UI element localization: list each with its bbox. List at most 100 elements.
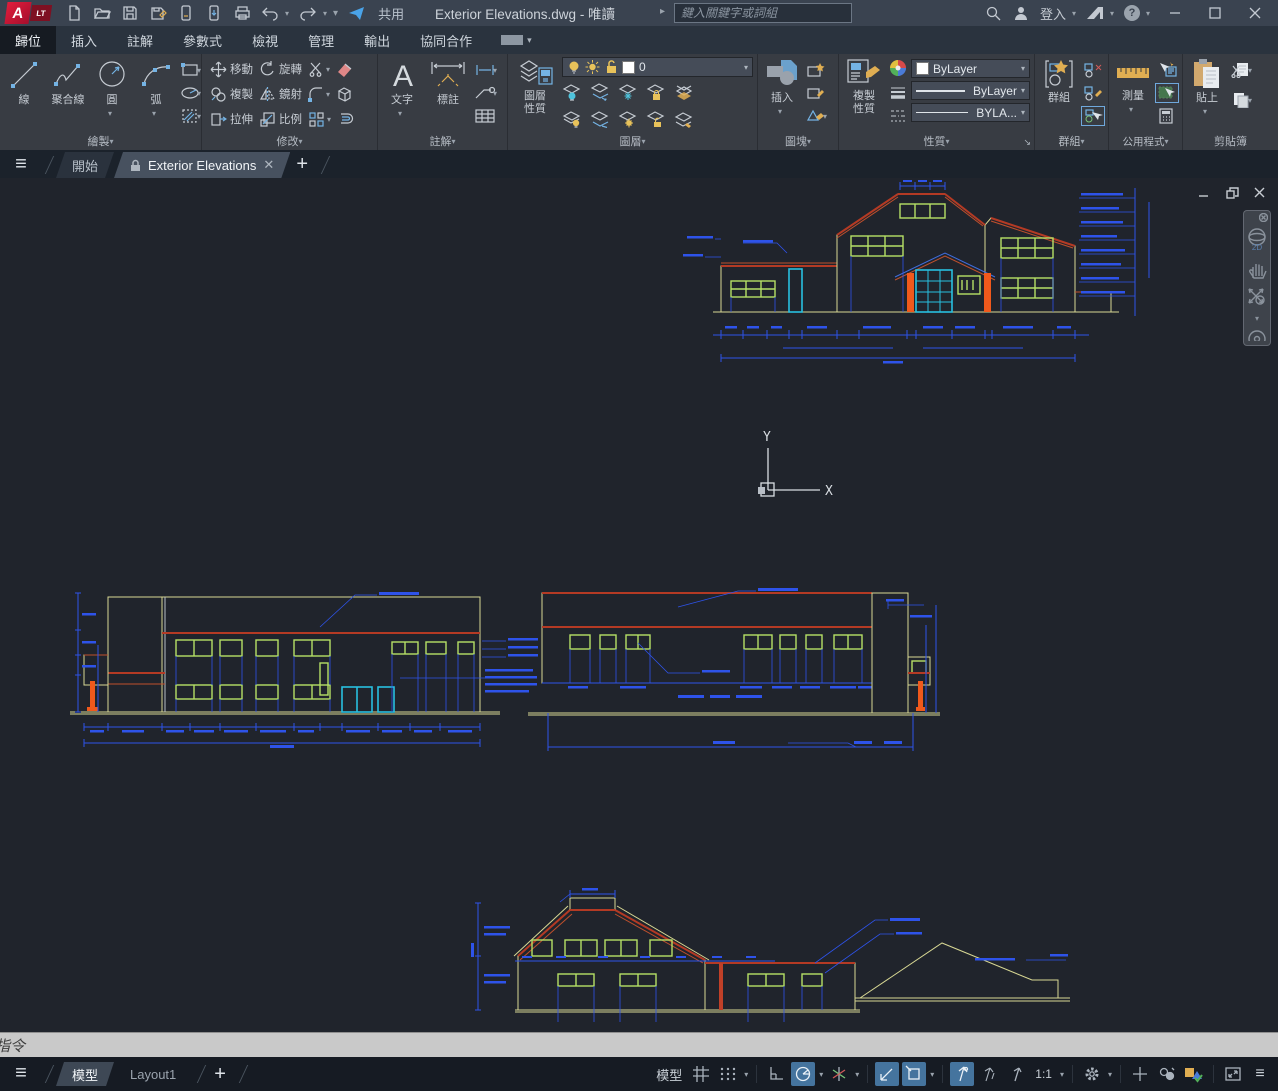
tab-collaborate[interactable]: 協同合作 <box>405 26 487 54</box>
object-snap-toggle-icon[interactable] <box>902 1062 926 1086</box>
save-to-web-mobile-icon[interactable] <box>205 4 223 22</box>
undo-caret-icon[interactable]: ▾ <box>285 9 289 18</box>
app-menu-button[interactable]: A LT ▾ <box>6 2 51 24</box>
annotation-scale-icon[interactable] <box>1004 1062 1028 1086</box>
steering-wheel-2d-icon[interactable]: 2D <box>1246 228 1268 252</box>
polar-caret-icon[interactable]: ▾ <box>819 1070 823 1079</box>
lineweight-combo[interactable]: ByLayer▾ <box>911 81 1030 100</box>
gear-caret-icon[interactable]: ▾ <box>1108 1070 1112 1079</box>
help-icon[interactable]: ? <box>1124 5 1140 21</box>
trim-button[interactable] <box>308 61 324 77</box>
array-caret-icon[interactable]: ▾ <box>327 115 331 124</box>
copy-button[interactable]: 複製 <box>210 86 253 103</box>
crosshair-icon[interactable] <box>1128 1062 1152 1086</box>
ribbon-display-toggle[interactable]: ▾ <box>501 26 532 54</box>
signin-label[interactable]: 登入 <box>1040 4 1066 23</box>
explode-button[interactable] <box>336 86 353 102</box>
isolate-objects-icon[interactable] <box>1155 1062 1179 1086</box>
match-properties-button[interactable]: 複製性質 <box>843 57 885 117</box>
copy-caret-icon[interactable]: ▾ <box>1248 96 1252 105</box>
trim-caret-icon[interactable]: ▾ <box>326 65 330 74</box>
isodraft-toggle-icon[interactable] <box>827 1062 851 1086</box>
panel-block-footer[interactable]: 圖塊▾ <box>758 132 838 150</box>
hatch-caret-icon[interactable]: ▾ <box>197 112 201 121</box>
minimize-button[interactable] <box>1160 2 1190 24</box>
calculator-icon[interactable] <box>1157 108 1175 124</box>
tab-manage[interactable]: 管理 <box>293 26 349 54</box>
file-tab-document[interactable]: Exterior Elevations ✕ <box>114 152 290 178</box>
block-attr-caret-icon[interactable]: ▾ <box>823 112 827 121</box>
tab-view[interactable]: 檢視 <box>237 26 293 54</box>
offset-button[interactable] <box>337 111 354 127</box>
open-from-web-mobile-icon[interactable] <box>177 4 195 22</box>
model-space-label[interactable]: 模型 <box>652 1065 686 1084</box>
pan-hand-icon[interactable] <box>1246 258 1268 280</box>
navbar-close-icon[interactable] <box>1259 213 1268 222</box>
save-icon[interactable] <box>121 4 139 22</box>
ungroup-icon[interactable] <box>1083 62 1103 78</box>
command-line[interactable]: 指令 <box>0 1032 1278 1057</box>
edit-block-icon[interactable] <box>806 85 826 101</box>
polyline-button[interactable]: 聚合線 <box>48 57 88 108</box>
help-caret-icon[interactable]: ▾ <box>1146 9 1150 18</box>
layer-lock-icon[interactable] <box>646 83 666 101</box>
ortho-toggle-icon[interactable] <box>764 1062 788 1086</box>
layer-thaw2-icon[interactable] <box>618 110 638 128</box>
file-tab-menu-icon[interactable]: ≡ <box>8 151 34 177</box>
save-as-icon[interactable] <box>149 4 167 22</box>
annotation-autoscale-toggle-icon[interactable] <box>977 1062 1001 1086</box>
model-tab[interactable]: 模型 <box>56 1062 114 1086</box>
layout-menu-icon[interactable]: ≡ <box>8 1061 34 1087</box>
fillet-button[interactable] <box>308 86 324 102</box>
panel-modify-footer[interactable]: 修改▾ <box>202 132 377 150</box>
status-customize-menu-icon[interactable]: ≡ <box>1248 1062 1272 1086</box>
layer-select-combo[interactable]: 0 ▾ <box>562 57 753 77</box>
line-button[interactable]: 線 <box>4 57 44 108</box>
signin-caret-icon[interactable]: ▾ <box>1072 9 1076 18</box>
leader-caret-icon[interactable]: ▾ <box>493 89 497 98</box>
linear-dim-caret-icon[interactable]: ▾ <box>493 66 497 75</box>
share-icon[interactable] <box>348 4 366 22</box>
stretch-button[interactable]: 拉伸 <box>210 111 253 128</box>
layer-unisolate-icon[interactable] <box>590 110 610 128</box>
user-icon[interactable] <box>1012 4 1030 22</box>
redo-icon[interactable] <box>299 4 317 22</box>
zoom-caret-icon[interactable]: ▾ <box>1255 314 1259 323</box>
tab-home[interactable]: 歸位 <box>0 26 56 54</box>
tab-insert[interactable]: 插入 <box>56 26 112 54</box>
layer-isolate-icon[interactable] <box>590 83 610 101</box>
new-file-icon[interactable] <box>65 4 83 22</box>
fillet-caret-icon[interactable]: ▾ <box>326 90 330 99</box>
annotation-scale-value[interactable]: 1:1 <box>1031 1067 1056 1081</box>
undo-icon[interactable] <box>261 4 279 22</box>
layer-make-current-icon[interactable] <box>674 83 694 101</box>
cut-caret-icon[interactable]: ▾ <box>1248 66 1252 75</box>
layer-freeze-icon[interactable] <box>618 83 638 101</box>
close-file-tab-icon[interactable]: ✕ <box>263 157 274 173</box>
measure-button[interactable]: 測量▾ <box>1113 57 1153 117</box>
object-color-combo[interactable]: ByLayer▾ <box>911 59 1030 78</box>
close-button[interactable] <box>1240 2 1270 24</box>
ellipse-caret-icon[interactable]: ▾ <box>197 89 201 98</box>
layer-match-icon[interactable] <box>674 110 694 128</box>
panel-properties-footer[interactable]: 性質▾ <box>839 132 1034 150</box>
grid-toggle-icon[interactable] <box>689 1062 713 1086</box>
rectangle-caret-icon[interactable]: ▾ <box>197 66 201 75</box>
search-icon[interactable] <box>984 4 1002 22</box>
isodraft-caret-icon[interactable]: ▾ <box>855 1070 859 1079</box>
layer-properties-button[interactable]: 圖層性質 <box>512 57 558 117</box>
file-tab-start[interactable]: 開始 <box>56 152 114 178</box>
linetype-icon[interactable] <box>889 109 907 123</box>
customization-gear-icon[interactable] <box>1080 1062 1104 1086</box>
panel-draw-footer[interactable]: 繪製▾ <box>0 132 201 150</box>
quick-select-icon[interactable] <box>1157 62 1177 78</box>
tab-annotate[interactable]: 註解 <box>112 26 168 54</box>
layer-off-icon[interactable] <box>562 83 582 101</box>
zoom-extents-icon[interactable] <box>1246 286 1268 308</box>
drawing-minimize-icon[interactable] <box>1196 186 1212 200</box>
orbit-icon[interactable] <box>1247 329 1267 341</box>
snap-toggle-icon[interactable] <box>716 1062 740 1086</box>
maximize-button[interactable] <box>1200 2 1230 24</box>
share-label[interactable]: 共用 <box>378 4 404 23</box>
plot-icon[interactable] <box>233 4 251 22</box>
